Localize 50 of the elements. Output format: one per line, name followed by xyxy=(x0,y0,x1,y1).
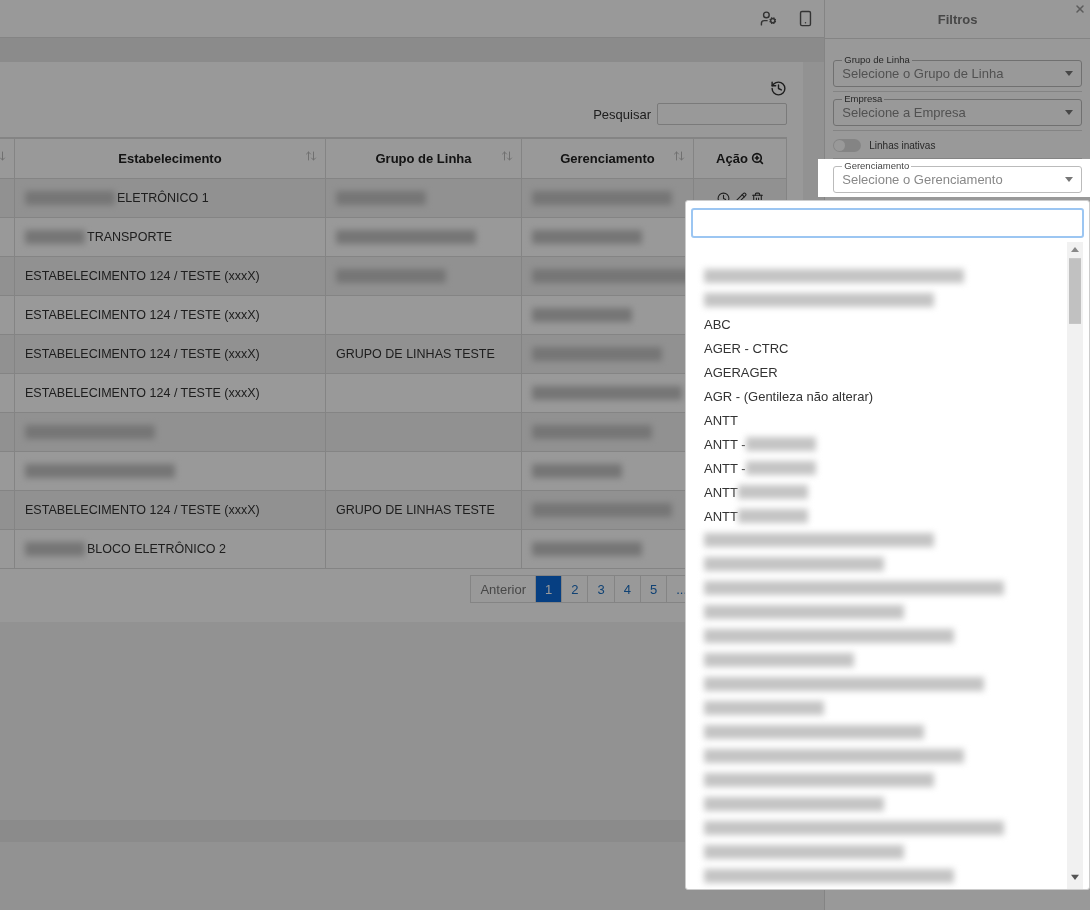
scrollbar[interactable] xyxy=(1067,242,1083,889)
caret-icon xyxy=(1065,71,1073,76)
user-settings-icon[interactable] xyxy=(760,10,778,27)
table-cell: ESTABELECIMENTO 124 / TESTE (xxxX) xyxy=(25,308,260,322)
caret-icon xyxy=(1065,110,1073,115)
sort-icon[interactable] xyxy=(501,150,513,162)
field-label: Empresa xyxy=(842,93,885,104)
table-cell: BLOCO ELETRÔNICO 2 xyxy=(87,541,226,556)
dropdown-option[interactable]: ABC xyxy=(704,316,731,332)
dropdown-option[interactable]: ANTT xyxy=(704,508,738,524)
field-label: Gerenciamento xyxy=(842,160,912,171)
dropdown-option[interactable]: ANTT xyxy=(704,484,738,500)
field-placeholder: Selecione o Gerenciamento xyxy=(842,172,1003,187)
column-header[interactable]: Ação xyxy=(716,151,748,166)
previous-page-button[interactable]: Anterior xyxy=(470,575,536,603)
dropdown-option[interactable]: ANTT xyxy=(704,412,738,428)
table-cell: ELETRÔNICO 1 xyxy=(117,190,209,205)
field-placeholder: Selecione a Empresa xyxy=(842,105,966,120)
dropdown-search-field[interactable] xyxy=(691,208,1084,238)
table-cell: ESTABELECIMENTO 124 / TESTE (xxxX) xyxy=(25,503,260,517)
page-button[interactable]: 3 xyxy=(587,575,615,603)
page-button[interactable]: 2 xyxy=(561,575,589,603)
sort-icon[interactable] xyxy=(305,150,317,162)
column-header[interactable]: Estabelecimento xyxy=(118,151,222,166)
sort-icon[interactable] xyxy=(673,150,685,162)
table-cell: GRUPO DE LINHAS TESTE xyxy=(336,347,495,361)
dropdown-option[interactable]: ANTT - xyxy=(704,460,746,476)
page-button[interactable]: 4 xyxy=(613,575,641,603)
table-cell: GRUPO DE LINHAS TESTE xyxy=(336,503,495,517)
table-cell: ESTABELECIMENTO 124 / TESTE (xxxX) xyxy=(25,269,260,283)
toggle-label: Linhas inativas xyxy=(869,140,936,151)
page-button[interactable]: 1 xyxy=(535,575,563,603)
dropdown-option[interactable]: AGERAGER xyxy=(704,364,778,380)
zoom-in-icon[interactable] xyxy=(750,152,764,165)
dropdown-option[interactable]: AGER - CTRC xyxy=(704,340,789,356)
caret-icon xyxy=(1065,177,1073,182)
panel-title: Filtros xyxy=(937,11,978,27)
dropdown-option[interactable]: ANTT - xyxy=(704,436,746,452)
page-button[interactable]: 5 xyxy=(639,575,668,603)
table-cell: TRANSPORTE xyxy=(87,229,173,244)
search-label: Pesquisar xyxy=(593,106,651,122)
close-icon[interactable] xyxy=(1074,3,1086,15)
field-label: Grupo de Linha xyxy=(842,54,912,65)
table-cell: ESTABELECIMENTO 124 / TESTE (xxxX) xyxy=(25,386,260,400)
column-header[interactable]: Grupo de Linha xyxy=(375,151,472,166)
history-icon[interactable] xyxy=(770,80,787,97)
table-cell: ESTABELECIMENTO 124 / TESTE (xxxX) xyxy=(25,347,260,361)
search-field[interactable] xyxy=(657,103,787,125)
dropdown-option[interactable]: AGR - (Gentileza não alterar) xyxy=(704,388,874,404)
field-placeholder: Selecione o Grupo de Linha xyxy=(842,66,1004,81)
